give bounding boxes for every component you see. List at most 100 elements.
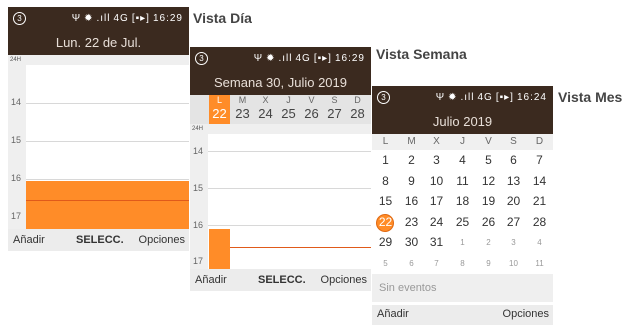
- calendar-day[interactable]: 7: [424, 259, 449, 268]
- hour-label: 17: [193, 256, 204, 266]
- no-events-message: Sin eventos: [372, 274, 553, 302]
- weekday-label: D: [535, 136, 544, 147]
- calendar-day[interactable]: 3: [501, 238, 526, 247]
- calendar-day[interactable]: 13: [501, 174, 526, 188]
- battery-icon: [▪▸]: [313, 53, 332, 64]
- selected-time-slot[interactable]: [209, 229, 230, 269]
- day-view-title: Vista Día: [193, 10, 252, 26]
- calendar-day[interactable]: 7: [527, 153, 552, 167]
- calendar-day[interactable]: 10: [424, 174, 449, 188]
- softkey-bar: Añadir SELECC. Opciones: [190, 269, 371, 291]
- calendar-day[interactable]: 3: [424, 153, 449, 167]
- week-day-cell[interactable]: L 22: [209, 95, 230, 124]
- weekday-header: L M X J V S D: [372, 134, 553, 150]
- calendar-day[interactable]: 20: [501, 194, 526, 208]
- calendar-day[interactable]: 14: [527, 174, 552, 188]
- allday-row[interactable]: 24H: [8, 55, 189, 65]
- notification-count-icon: 3: [195, 52, 208, 65]
- day-view-screen: 3 Ψ ✹ .ıll 4G [▪▸] 16:29 Lun. 22 de Jul. 24H …: [8, 7, 189, 251]
- usb-icon: Ψ: [253, 53, 264, 64]
- calendar-day[interactable]: 27: [501, 215, 526, 229]
- calendar-day[interactable]: 8: [373, 174, 398, 188]
- calendar-day[interactable]: 26: [476, 215, 501, 229]
- calendar-day[interactable]: 21: [527, 194, 552, 208]
- hour-label: 15: [11, 135, 22, 145]
- calendar-day[interactable]: 30: [399, 235, 424, 249]
- calendar-day[interactable]: 19: [476, 194, 501, 208]
- calendar-day[interactable]: 6: [399, 259, 424, 268]
- calendar-day[interactable]: 1: [450, 238, 475, 247]
- bug-icon: ✹: [448, 92, 458, 103]
- calendar-day[interactable]: 5: [373, 259, 398, 268]
- add-softkey[interactable]: Añadir: [195, 274, 227, 286]
- hour-label: 16: [11, 173, 22, 183]
- calendar-day[interactable]: 4: [527, 238, 552, 247]
- allday-row[interactable]: 24H: [190, 124, 371, 134]
- calendar-day[interactable]: 18: [450, 194, 475, 208]
- calendar-day[interactable]: 11: [527, 259, 552, 268]
- month-grid: 1 2 3 4 5 6 7 8 9 10 11 12 13 14 15 16 17 18 19 20 21 22 23 24 2…: [372, 150, 553, 270]
- week-day-cell[interactable]: M 23: [232, 95, 253, 124]
- options-softkey[interactable]: Opciones: [139, 234, 185, 246]
- month-view-screen: 3 Ψ ✹ .ıll 4G [▪▸] 16:24 Julio 2019 L M X J V…: [372, 86, 553, 325]
- calendar-day-selected[interactable]: 22: [373, 215, 398, 229]
- calendar-day[interactable]: 9: [476, 259, 501, 268]
- notification-count-icon: 3: [13, 12, 26, 25]
- calendar-day[interactable]: 31: [424, 235, 449, 249]
- softkey-bar: Añadir SELECC. Opciones: [8, 229, 189, 251]
- hour-label: 17: [11, 211, 22, 221]
- options-softkey[interactable]: Opciones: [321, 274, 367, 286]
- status-bar: 3 Ψ ✹ .ıll 4G [▪▸] 16:29: [190, 47, 371, 71]
- calendar-day[interactable]: 2: [399, 153, 424, 167]
- usb-icon: Ψ: [435, 92, 446, 103]
- weekday-label: M: [407, 136, 416, 147]
- usb-icon: Ψ: [71, 13, 82, 24]
- calendar-day[interactable]: 24: [424, 215, 449, 229]
- week-day-cell[interactable]: J 25: [278, 95, 299, 124]
- calendar-day[interactable]: 10: [501, 259, 526, 268]
- clock: 16:29: [334, 53, 365, 64]
- calendar-day[interactable]: 25: [450, 215, 475, 229]
- status-bar: 3 Ψ ✹ .ıll 4G [▪▸] 16:29: [8, 7, 189, 31]
- hour-line: [26, 179, 189, 180]
- selected-time-slot[interactable]: [26, 181, 189, 229]
- calendar-day[interactable]: 5: [476, 153, 501, 167]
- calendar-day[interactable]: 28: [527, 215, 552, 229]
- notification-count-icon: 3: [377, 91, 390, 104]
- weekday-label: X: [433, 136, 440, 147]
- select-softkey[interactable]: SELECC.: [76, 234, 124, 246]
- weekday-label: V: [485, 136, 492, 147]
- select-softkey[interactable]: SELECC.: [258, 274, 306, 286]
- date-header: Lun. 22 de Jul.: [8, 31, 189, 55]
- calendar-day[interactable]: 9: [399, 174, 424, 188]
- network-type: 4G: [477, 92, 493, 103]
- calendar-day[interactable]: 4: [450, 153, 475, 167]
- calendar-day[interactable]: 8: [450, 259, 475, 268]
- calendar-day[interactable]: 12: [476, 174, 501, 188]
- calendar-day[interactable]: 6: [501, 153, 526, 167]
- week-day-cell[interactable]: S 27: [324, 95, 345, 124]
- month-view-title: Vista Mes: [558, 89, 623, 105]
- calendar-day[interactable]: 16: [399, 194, 424, 208]
- add-softkey[interactable]: Añadir: [377, 308, 409, 320]
- weekday-label: J: [460, 136, 465, 147]
- calendar-day[interactable]: 17: [424, 194, 449, 208]
- options-softkey[interactable]: Opciones: [503, 308, 549, 320]
- hour-label: 15: [193, 183, 204, 193]
- week-day-cell[interactable]: D 28: [347, 95, 368, 124]
- calendar-day[interactable]: 29: [373, 235, 398, 249]
- add-softkey[interactable]: Añadir: [13, 234, 45, 246]
- softkey-bar: Añadir Opciones: [372, 305, 553, 325]
- signal-icon: .ıll: [278, 53, 293, 64]
- week-day-cell[interactable]: V 26: [301, 95, 322, 124]
- calendar-day[interactable]: 15: [373, 194, 398, 208]
- network-type: 4G: [113, 13, 129, 24]
- calendar-day[interactable]: 1: [373, 153, 398, 167]
- hour-label: 16: [193, 220, 204, 230]
- current-time-line: [26, 200, 189, 201]
- calendar-day[interactable]: 2: [476, 238, 501, 247]
- week-day-cell[interactable]: X 24: [255, 95, 276, 124]
- calendar-day[interactable]: 11: [450, 174, 475, 188]
- signal-icon: .ıll: [460, 92, 475, 103]
- calendar-day[interactable]: 23: [399, 215, 424, 229]
